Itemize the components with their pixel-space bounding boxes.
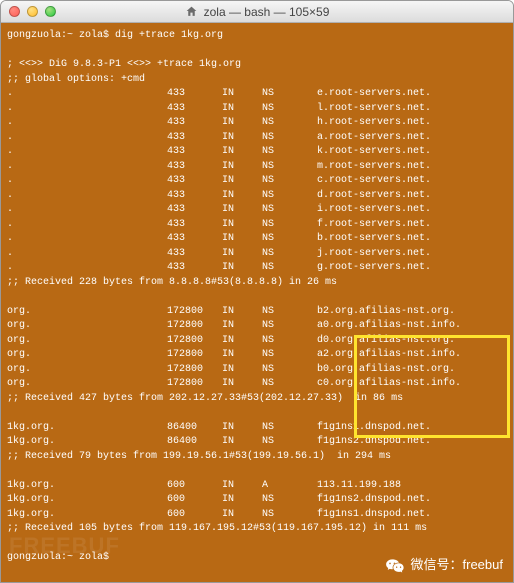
dns-record-row: .433INNSe.root-servers.net. bbox=[7, 87, 507, 102]
dns-record-row: org.172800INNSb0.org.afilias-nst.org. bbox=[7, 363, 507, 378]
blank-line bbox=[7, 406, 507, 421]
prompt-line: gongzuola:~ zola$ dig +trace 1kg.org bbox=[7, 29, 507, 44]
dns-record-row: org.172800INNSa0.org.afilias-nst.info. bbox=[7, 319, 507, 334]
org-servers-block: org.172800INNSb2.org.afilias-nst.org.org… bbox=[7, 305, 507, 392]
terminal-window: zola — bash — 105×59 gongzuola:~ zola$ d… bbox=[0, 0, 514, 583]
dns-record-row: 1kg.org.86400INNSf1g1ns2.dnspod.net. bbox=[7, 435, 507, 450]
dns-record-row: .433INNSd.root-servers.net. bbox=[7, 189, 507, 204]
wechat-label: 微信号：freebuf bbox=[411, 556, 503, 575]
wechat-overlay: 微信号：freebuf bbox=[385, 556, 503, 576]
blank-line bbox=[7, 464, 507, 479]
terminal-body[interactable]: gongzuola:~ zola$ dig +trace 1kg.org ; <… bbox=[1, 23, 513, 582]
titlebar: zola — bash — 105×59 bbox=[1, 1, 513, 23]
traffic-lights bbox=[9, 6, 56, 17]
blank-line bbox=[7, 537, 507, 552]
dns-record-row: 1kg.org.600INNSf1g1ns2.dnspod.net. bbox=[7, 493, 507, 508]
received-line: ;; Received 105 bytes from 119.167.195.1… bbox=[7, 522, 507, 537]
command-text: dig +trace 1kg.org bbox=[115, 29, 223, 44]
received-line: ;; Received 427 bytes from 202.12.27.33#… bbox=[7, 392, 507, 407]
dns-record-row: .433INNSm.root-servers.net. bbox=[7, 160, 507, 175]
dns-record-row: org.172800INNSc0.org.afilias-nst.info. bbox=[7, 377, 507, 392]
dig-options: ;; global options: +cmd bbox=[7, 73, 507, 88]
dns-record-row: .433INNSc.root-servers.net. bbox=[7, 174, 507, 189]
received-line: ;; Received 228 bytes from 8.8.8.8#53(8.… bbox=[7, 276, 507, 291]
dns-record-row: .433INNSb.root-servers.net. bbox=[7, 232, 507, 247]
minimize-icon[interactable] bbox=[27, 6, 38, 17]
dns-record-row: 1kg.org.600INA113.11.199.188 bbox=[7, 479, 507, 494]
dns-record-row: .433INNSg.root-servers.net. bbox=[7, 261, 507, 276]
dns-record-row: .433INNSa.root-servers.net. bbox=[7, 131, 507, 146]
close-icon[interactable] bbox=[9, 6, 20, 17]
dns-record-row: org.172800INNSb2.org.afilias-nst.org. bbox=[7, 305, 507, 320]
dns-record-row: org.172800INNSd0.org.afilias-nst.org. bbox=[7, 334, 507, 349]
dns-record-row: .433INNSi.root-servers.net. bbox=[7, 203, 507, 218]
dns-record-row: .433INNSl.root-servers.net. bbox=[7, 102, 507, 117]
dns-record-row: org.172800INNSa2.org.afilias-nst.info. bbox=[7, 348, 507, 363]
zoom-icon[interactable] bbox=[45, 6, 56, 17]
final-block: 1kg.org.600INA113.11.199.1881kg.org.600I… bbox=[7, 479, 507, 523]
dns-record-row: 1kg.org.86400INNSf1g1ns1.dnspod.net. bbox=[7, 421, 507, 436]
dnspod-block: 1kg.org.86400INNSf1g1ns1.dnspod.net.1kg.… bbox=[7, 421, 507, 450]
dns-record-row: .433INNSf.root-servers.net. bbox=[7, 218, 507, 233]
root-servers-block: .433INNSe.root-servers.net..433INNSl.roo… bbox=[7, 87, 507, 276]
home-icon bbox=[185, 5, 198, 18]
window-title-text: zola — bash — 105×59 bbox=[204, 5, 330, 19]
wechat-icon bbox=[385, 556, 405, 576]
dig-header: ; <<>> DiG 9.8.3-P1 <<>> +trace 1kg.org bbox=[7, 58, 507, 73]
dns-record-row: 1kg.org.600INNSf1g1ns1.dnspod.net. bbox=[7, 508, 507, 523]
received-line: ;; Received 79 bytes from 199.19.56.1#53… bbox=[7, 450, 507, 465]
dns-record-row: .433INNSk.root-servers.net. bbox=[7, 145, 507, 160]
dns-record-row: .433INNSh.root-servers.net. bbox=[7, 116, 507, 131]
window-title: zola — bash — 105×59 bbox=[1, 5, 513, 19]
dns-record-row: .433INNSj.root-servers.net. bbox=[7, 247, 507, 262]
blank-line bbox=[7, 44, 507, 59]
blank-line bbox=[7, 290, 507, 305]
